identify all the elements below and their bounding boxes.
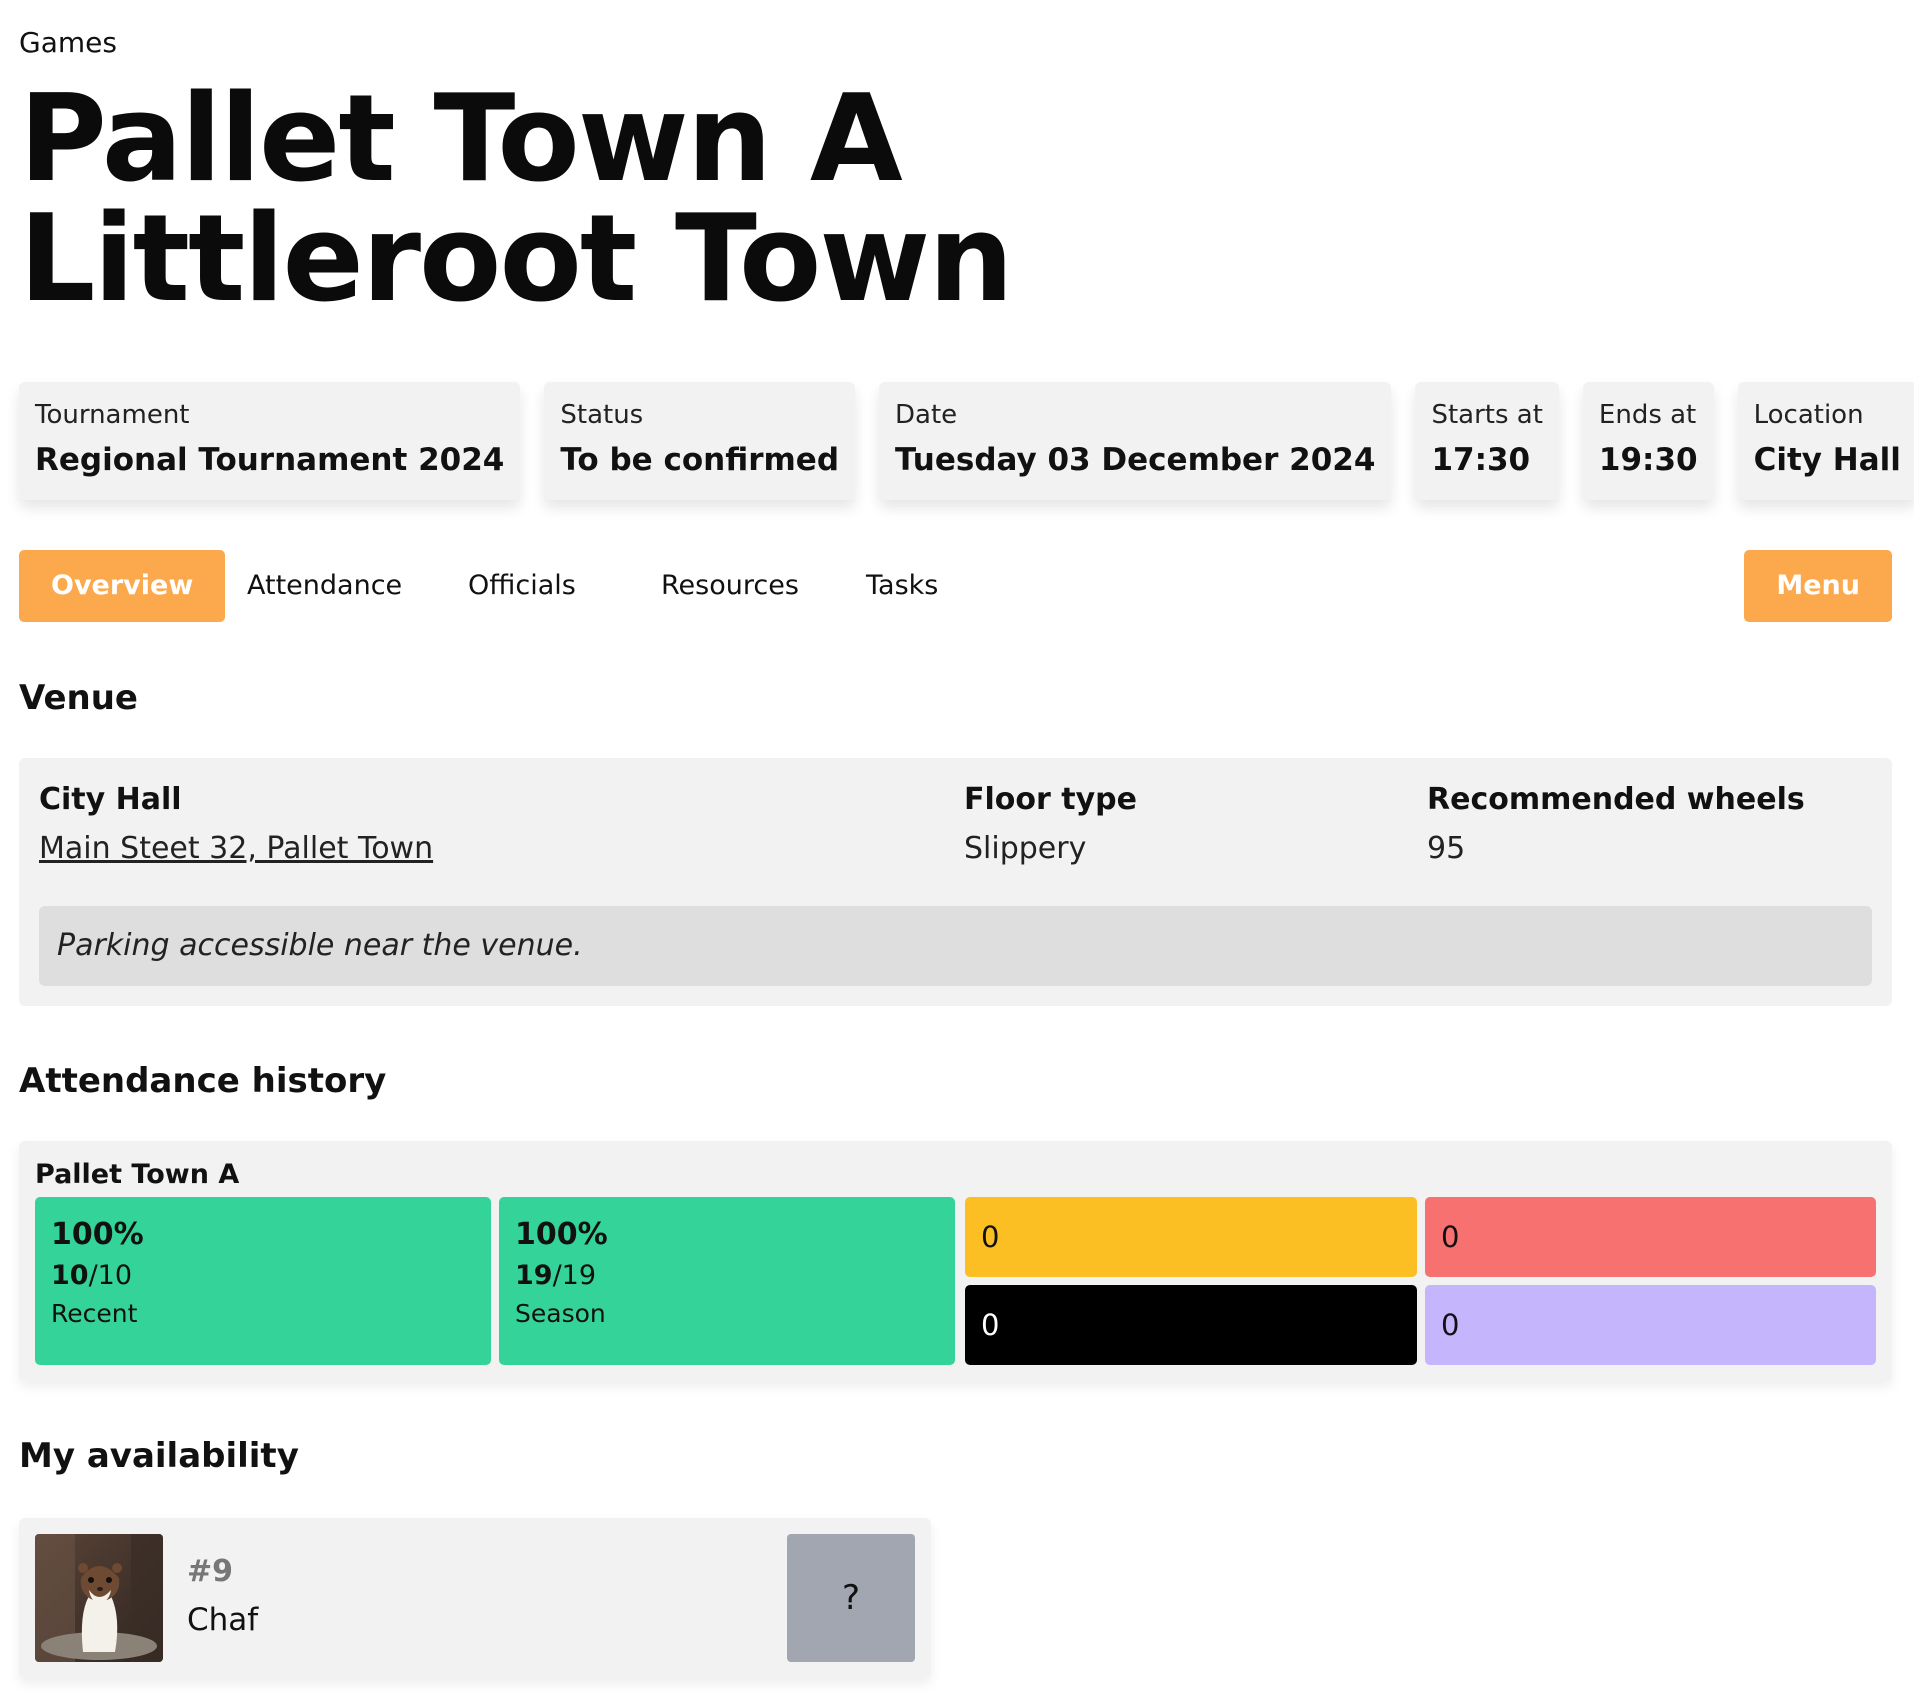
season-label: Season <box>515 1299 606 1328</box>
page-title: Pallet Town A Littleroot Town <box>19 70 1014 329</box>
floor-type-label: Floor type <box>964 782 1137 817</box>
info-label: Date <box>895 400 958 430</box>
tab-bar: Overview Attendance Officials Resources … <box>19 550 1892 622</box>
recent-attended: 10 <box>51 1260 89 1291</box>
player-number: #9 <box>187 1554 234 1589</box>
info-value: Tuesday 03 December 2024 <box>895 442 1376 478</box>
title-away-team: Littleroot Town <box>19 190 1014 329</box>
venue-card: City Hall Main Steet 32, Pallet Town Flo… <box>19 758 1892 1006</box>
floor-type-col: Floor type Slippery <box>964 782 1137 866</box>
info-value: To be confirmed <box>560 442 840 478</box>
attendance-red-count: 0 <box>1425 1197 1876 1277</box>
tab-resources[interactable]: Resources <box>629 550 831 622</box>
availability-unknown-button[interactable]: ? <box>787 1534 915 1662</box>
attendance-season-tile: 100% 19/19 Season <box>499 1197 955 1365</box>
season-attended: 19 <box>515 1260 553 1291</box>
info-card-tournament: Tournament Regional Tournament 2024 <box>19 382 521 500</box>
info-card-location: Location City Hall <box>1737 382 1914 500</box>
stoat-photo-icon <box>35 1534 163 1662</box>
venue-name: City Hall <box>39 782 182 817</box>
breadcrumb[interactable]: Games <box>19 26 117 59</box>
attendance-yellow-count: 0 <box>965 1197 1417 1277</box>
venue-name-col: City Hall Main Steet 32, Pallet Town <box>39 782 433 866</box>
attendance-recent-tile: 100% 10/10 Recent <box>35 1197 491 1365</box>
availability-heading: My availability <box>19 1436 299 1476</box>
info-label: Status <box>560 400 644 430</box>
tab-tasks[interactable]: Tasks <box>834 550 970 622</box>
wheels-label: Recommended wheels <box>1427 782 1805 817</box>
info-label: Starts at <box>1431 400 1543 430</box>
info-value: Regional Tournament 2024 <box>35 442 505 478</box>
venue-note: Parking accessible near the venue. <box>39 906 1872 986</box>
info-card-starts: Starts at 17:30 <box>1415 382 1559 500</box>
tab-officials[interactable]: Officials <box>436 550 608 622</box>
info-label: Tournament <box>35 400 190 430</box>
season-total: /19 <box>552 1260 597 1291</box>
menu-button[interactable]: Menu <box>1744 550 1892 622</box>
recent-percent: 100% <box>51 1217 144 1252</box>
venue-address-link[interactable]: Main Steet 32, Pallet Town <box>39 831 433 866</box>
info-label: Ends at <box>1598 400 1697 430</box>
player-avatar <box>35 1534 163 1662</box>
game-info-row: Tournament Regional Tournament 2024 Stat… <box>19 382 1914 500</box>
attendance-card: Pallet Town A 100% 10/10 Recent 100% 19/… <box>19 1141 1892 1381</box>
season-count: 19/19 <box>515 1260 939 1291</box>
recent-total: /10 <box>88 1260 133 1291</box>
info-value: 17:30 <box>1431 442 1531 478</box>
info-value: City Hall <box>1753 442 1901 478</box>
venue-heading: Venue <box>19 678 138 718</box>
recent-count: 10/10 <box>51 1260 475 1291</box>
attendance-team-name: Pallet Town A <box>35 1159 240 1190</box>
attendance-purple-count: 0 <box>1425 1285 1876 1365</box>
info-card-status: Status To be confirmed <box>544 382 856 500</box>
attendance-black-count: 0 <box>965 1285 1417 1365</box>
tab-overview[interactable]: Overview <box>19 550 226 622</box>
info-card-ends: Ends at 19:30 <box>1582 382 1714 500</box>
player-name: Chaf <box>187 1602 259 1638</box>
wheels-value: 95 <box>1427 831 1466 866</box>
info-value: 19:30 <box>1598 442 1698 478</box>
availability-card: #9 Chaf ? <box>19 1518 931 1678</box>
title-home-team: Pallet Town A <box>19 70 903 209</box>
info-card-date: Date Tuesday 03 December 2024 <box>879 382 1392 500</box>
info-label: Location <box>1753 400 1864 430</box>
season-percent: 100% <box>515 1217 608 1252</box>
tab-attendance[interactable]: Attendance <box>215 550 434 622</box>
recent-label: Recent <box>51 1299 138 1328</box>
wheels-col: Recommended wheels 95 <box>1427 782 1805 866</box>
floor-type-value: Slippery <box>964 831 1087 866</box>
attendance-heading: Attendance history <box>19 1061 387 1101</box>
